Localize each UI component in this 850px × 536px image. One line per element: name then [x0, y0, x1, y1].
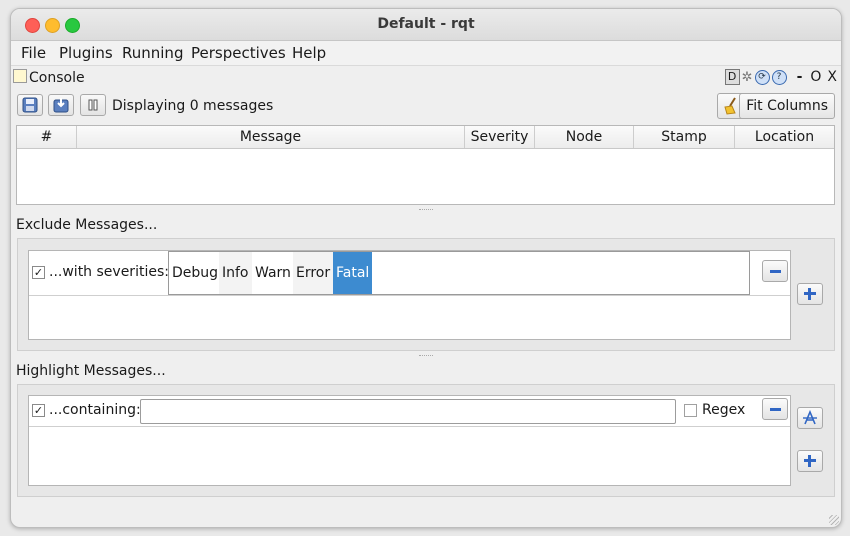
add-icon [804, 288, 816, 300]
severity-error[interactable]: Error [293, 252, 334, 294]
exclude-severity-row: ✓ ...with severities: Debug Info Warn Er… [29, 251, 790, 296]
menu-bar: File Plugins Running Perspectives Help [11, 41, 841, 66]
fit-columns-button[interactable]: Fit Columns [739, 93, 835, 119]
severity-list[interactable]: Debug Info Warn Error Fatal [168, 251, 750, 295]
console-icon [13, 69, 27, 83]
title-bar: Default - rqt [11, 9, 841, 41]
highlight-text-row: ✓ ...containing: Regex [29, 396, 790, 427]
dock-title: Console [13, 69, 85, 86]
dock-minimize-button[interactable]: - [797, 69, 803, 85]
severity-info[interactable]: Info [219, 252, 252, 294]
save-icon [22, 97, 38, 113]
help-icon[interactable]: ? [771, 69, 787, 85]
menu-running[interactable]: Running [122, 44, 183, 62]
column-header-node[interactable]: Node [535, 126, 634, 148]
exclude-section-title: Exclude Messages... [16, 217, 158, 233]
dock-title-label: Console [29, 70, 85, 86]
severity-warn[interactable]: Warn [252, 252, 294, 294]
reload-icon[interactable]: ⟳ [754, 69, 770, 85]
menu-file[interactable]: File [21, 44, 46, 62]
add-exclude-filter-button[interactable] [797, 283, 823, 305]
column-header-stamp[interactable]: Stamp [634, 126, 735, 148]
messages-table[interactable]: # Message Severity Node Stamp Location [16, 125, 835, 205]
clear-text-icon [803, 410, 817, 425]
regex-label: Regex [702, 402, 746, 418]
highlight-text-input[interactable] [140, 399, 676, 424]
window-title: Default - rqt [377, 16, 475, 32]
table-header: # Message Severity Node Stamp Location [17, 126, 834, 149]
exclude-severity-checkbox[interactable]: ✓ [32, 266, 45, 279]
resize-grip[interactable] [829, 515, 839, 525]
clear-text-button[interactable] [797, 407, 823, 429]
column-header-index[interactable]: # [17, 126, 77, 148]
highlight-filter-list: ✓ ...containing: Regex [28, 395, 791, 486]
dock-close-button[interactable]: X [827, 69, 837, 85]
splitter-handle-2[interactable] [419, 355, 433, 358]
highlight-group: ✓ ...containing: Regex [17, 384, 835, 497]
column-header-severity[interactable]: Severity [465, 126, 535, 148]
clear-brush-icon [724, 97, 736, 115]
exclude-severity-label: ...with severities: [49, 264, 169, 280]
load-icon [53, 98, 69, 113]
remove-exclude-filter-button[interactable] [762, 260, 788, 282]
column-header-message[interactable]: Message [77, 126, 465, 148]
rqt-window: Default - rqt File Plugins Running Persp… [10, 8, 842, 528]
remove-highlight-filter-button[interactable] [762, 398, 788, 420]
gear-icon[interactable]: ✲ [742, 70, 753, 85]
menu-plugins[interactable]: Plugins [59, 44, 113, 62]
menu-perspectives[interactable]: Perspectives [191, 44, 286, 62]
d-icon[interactable]: D [724, 69, 740, 85]
severity-fatal[interactable]: Fatal [333, 252, 373, 294]
remove-icon [769, 407, 781, 411]
menu-help[interactable]: Help [292, 44, 326, 62]
splitter-handle[interactable] [419, 209, 433, 212]
regex-checkbox[interactable] [684, 404, 697, 417]
highlight-section-title: Highlight Messages... [16, 363, 166, 379]
add-highlight-filter-button[interactable] [797, 450, 823, 472]
dock-controls: D ✲ ⟳ ? - O X [724, 69, 837, 85]
add-icon [804, 455, 816, 467]
remove-icon [769, 269, 781, 273]
dock-float-button[interactable]: O [810, 69, 821, 85]
pause-icon [88, 99, 98, 111]
exclude-filter-list: ✓ ...with severities: Debug Info Warn Er… [28, 250, 791, 340]
highlight-text-label: ...containing: [49, 402, 141, 418]
save-button[interactable] [17, 94, 43, 116]
exclude-group: ✓ ...with severities: Debug Info Warn Er… [17, 238, 835, 351]
message-count-status: Displaying 0 messages [112, 98, 274, 114]
severity-debug[interactable]: Debug [169, 252, 221, 294]
pause-button[interactable] [80, 94, 106, 116]
column-header-location[interactable]: Location [735, 126, 834, 148]
load-button[interactable] [48, 94, 74, 116]
highlight-text-checkbox[interactable]: ✓ [32, 404, 45, 417]
